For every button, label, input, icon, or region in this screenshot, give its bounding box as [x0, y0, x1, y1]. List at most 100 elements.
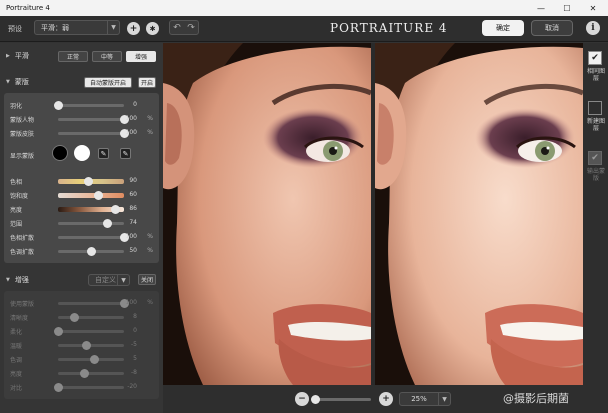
zoom-out-button[interactable]: −	[295, 392, 309, 406]
enhance-row: 柔化 0	[4, 325, 159, 337]
chevron-down-icon: ▼	[438, 393, 450, 405]
zoom-level-select[interactable]: 25% ▼	[399, 392, 451, 406]
enhance-row-slider[interactable]	[58, 369, 124, 378]
enhance-row-label: 色调	[10, 357, 23, 364]
saturation-knob[interactable]	[93, 191, 103, 200]
auto-mask-button[interactable]: 自动蒙版开启	[84, 77, 132, 88]
add-preset-button[interactable]: +	[127, 22, 140, 35]
app-window: Portraiture 4 — ☐ ✕ 预设 平滑：弱 ▼ + ✱ ↶ ↷ PO…	[0, 0, 608, 413]
enhance-row-knob[interactable]	[90, 355, 100, 364]
enhance-row-value: 8	[133, 313, 137, 320]
enhance-preset-select[interactable]: 自定义 ▼	[88, 274, 130, 286]
enhance-row-label: 使用蒙版	[10, 301, 35, 308]
tone-expand-label: 色调扩散	[10, 249, 35, 256]
mask-controls: 羽化 0 蒙版人物 100 % 蒙版皮肤 100 % 显示蒙版 ✎ ✎ 色相 9…	[4, 93, 159, 263]
preset-select[interactable]: 平滑：弱 ▼	[34, 20, 120, 35]
smoothing-normal[interactable]: 正常	[58, 51, 88, 62]
enhance-row-value: -8	[131, 369, 137, 376]
output-mask-checkbox[interactable]: ✔	[588, 151, 602, 165]
chevron-down-icon: ▼	[117, 275, 129, 285]
enhance-row-slider[interactable]	[58, 355, 124, 364]
enhance-row-slider[interactable]	[54, 383, 124, 392]
brand-logo: PORTRAITURE 4	[330, 21, 448, 35]
feather-slider[interactable]	[54, 101, 124, 110]
enhance-row-slider[interactable]	[58, 313, 124, 322]
smoothing-strong[interactable]: 增强	[126, 51, 156, 62]
range-label: 范围	[10, 221, 23, 228]
close-button[interactable]: ✕	[582, 0, 604, 16]
hue-expand-unit: %	[147, 233, 153, 240]
minimize-button[interactable]: —	[530, 0, 552, 16]
expand-arrow-icon: ▼	[6, 79, 10, 85]
enhance-row-knob[interactable]	[54, 327, 63, 336]
enhance-row-slider[interactable]	[54, 327, 124, 336]
hue-expand-slider[interactable]	[58, 233, 129, 242]
enhance-row-value: 100	[125, 299, 137, 306]
redo-icon[interactable]: ↷	[187, 23, 195, 33]
tone-expand-knob[interactable]	[87, 247, 96, 256]
enhance-row-knob[interactable]	[82, 341, 92, 350]
enhance-row: 使用蒙版 100%	[4, 297, 159, 309]
expand-arrow-icon: ▼	[6, 277, 10, 283]
tone-expand-unit: %	[147, 247, 153, 254]
info-icon[interactable]: i	[586, 21, 600, 35]
smoothing-medium[interactable]: 中等	[92, 51, 122, 62]
mask-skin-slider[interactable]	[58, 129, 129, 138]
gear-icon[interactable]: ✱	[146, 22, 159, 35]
enhance-row-knob[interactable]	[80, 369, 90, 378]
mask-black-swatch[interactable]	[52, 145, 68, 161]
feather-row: 羽化 0	[4, 99, 159, 111]
feather-knob[interactable]	[54, 101, 63, 110]
enhance-row-slider[interactable]	[58, 341, 124, 350]
range-knob[interactable]	[102, 219, 112, 228]
eyedropper-plus-icon[interactable]: ✎	[120, 148, 131, 159]
undo-redo-group: ↶ ↷	[169, 20, 199, 35]
enhance-row-value: 5	[133, 355, 137, 362]
mask-person-row: 蒙版人物 100 %	[4, 113, 159, 125]
luminance-row: 亮度 86	[4, 203, 159, 215]
hue-expand-label: 色相扩散	[10, 235, 35, 242]
cancel-button[interactable]: 取消	[531, 20, 573, 36]
preset-value: 平滑：弱	[41, 23, 69, 32]
eyedropper-icon[interactable]: ✎	[98, 148, 109, 159]
ok-button[interactable]: 确定	[482, 20, 524, 36]
range-slider[interactable]	[58, 219, 124, 228]
hue-row: 色相 90	[4, 175, 159, 187]
watermark-text: @摄影后期菌	[503, 392, 569, 405]
feather-value: 0	[133, 101, 137, 108]
mask-title: 蒙版	[14, 78, 29, 86]
saturation-slider[interactable]	[58, 191, 124, 200]
hue-slider[interactable]	[58, 177, 124, 186]
new-layer-checkbox[interactable]	[588, 101, 602, 115]
after-portrait-image	[375, 43, 583, 385]
tone-expand-slider[interactable]	[58, 247, 124, 256]
show-mask-label: 显示蒙版	[10, 153, 35, 160]
enhance-row: 亮度 -8	[4, 367, 159, 379]
zoom-slider[interactable]	[311, 395, 371, 404]
enhance-toggle[interactable]: 关闭	[138, 274, 156, 285]
enhance-row-label: 温暖	[10, 343, 23, 350]
smoothing-title: 平滑	[14, 52, 29, 60]
enhance-row-slider[interactable]	[58, 299, 129, 308]
luminance-slider[interactable]	[58, 205, 124, 214]
maximize-button[interactable]: ☐	[556, 0, 578, 16]
enhance-row-unit: %	[147, 299, 153, 306]
undo-icon[interactable]: ↶	[173, 23, 181, 33]
hue-expand-row: 色相扩散 100 %	[4, 231, 159, 243]
enhance-row: 色调 5	[4, 353, 159, 365]
enhance-row-label: 柔化	[10, 329, 23, 336]
zoom-knob[interactable]	[311, 395, 320, 404]
zoom-bar: − + 25% ▼ @摄影后期菌	[163, 385, 583, 413]
same-layer-checkbox[interactable]: ✔	[588, 51, 602, 65]
mask-toggle[interactable]: 开启	[138, 77, 156, 88]
luminance-knob[interactable]	[110, 205, 120, 214]
mask-white-swatch[interactable]	[74, 145, 90, 161]
enhance-row-knob[interactable]	[69, 313, 79, 322]
window-title: Portraiture 4	[6, 4, 50, 12]
enhance-row-knob[interactable]	[54, 383, 63, 392]
hue-knob[interactable]	[83, 177, 93, 186]
mask-person-slider[interactable]	[58, 115, 129, 124]
image-viewer[interactable]	[163, 43, 583, 385]
mask-person-unit: %	[147, 115, 153, 122]
zoom-in-button[interactable]: +	[379, 392, 393, 406]
